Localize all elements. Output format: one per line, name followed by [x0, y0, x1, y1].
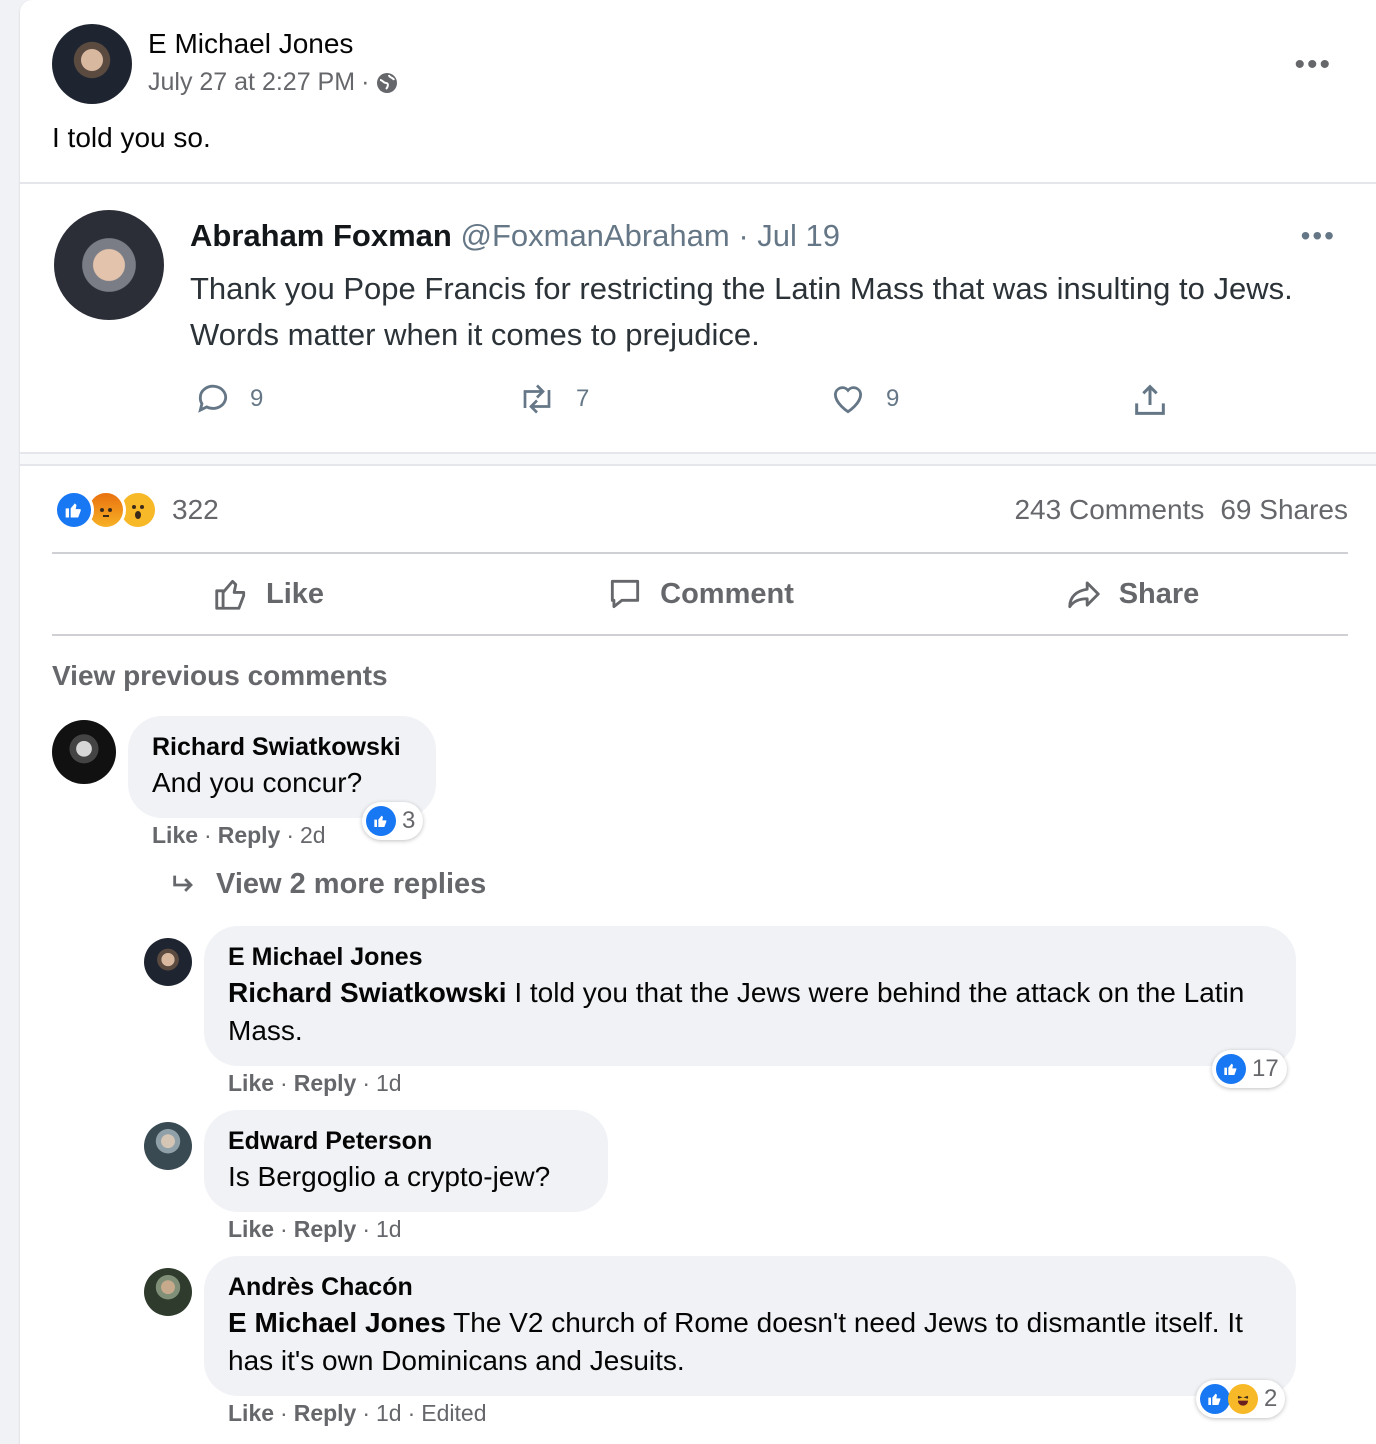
comment-like-link[interactable]: Like — [228, 1070, 274, 1097]
reply-arrow-icon — [173, 875, 193, 892]
comment-text: E Michael Jones The V2 church of Rome do… — [228, 1307, 1243, 1376]
comment-age[interactable]: 1d — [376, 1070, 402, 1097]
comment-meta: Like · Reply · 1d — [228, 1070, 402, 1097]
tweet-divider — [20, 454, 1376, 466]
commenter-name[interactable]: Andrès Chacón — [228, 1270, 1272, 1304]
commenter-avatar[interactable] — [144, 938, 192, 986]
tweet-text: Thank you Pope Francis for restricting t… — [190, 271, 1293, 352]
post-author[interactable]: E Michael Jones — [148, 28, 353, 60]
share-button[interactable]: Share — [916, 554, 1348, 634]
comment-reply-link[interactable]: Reply — [294, 1400, 357, 1427]
commenter-avatar[interactable] — [52, 720, 116, 784]
comment-reaction-pill[interactable]: 17 — [1212, 1050, 1287, 1088]
comment-count[interactable]: 243 Comments — [1014, 494, 1204, 526]
view-more-replies[interactable]: View 2 more replies — [170, 868, 486, 901]
embedded-tweet[interactable]: Abraham Foxman @FoxmanAbraham · Jul 19 •… — [20, 182, 1376, 454]
commenter-avatar[interactable] — [144, 1122, 192, 1170]
post-date[interactable]: July 27 at 2:27 PM — [148, 68, 355, 97]
comment-button[interactable]: Comment — [484, 554, 916, 634]
comment-reply-link[interactable]: Reply — [294, 1070, 357, 1097]
tweet-retweets: 7 — [516, 380, 589, 418]
meta-separator: · — [361, 68, 370, 96]
post-card: E Michael Jones July 27 at 2:27 PM · •••… — [20, 0, 1376, 1444]
view-previous-comments[interactable]: View previous comments — [52, 660, 388, 692]
share-arrow-icon — [1068, 581, 1100, 609]
comment-edited-label: Edited — [421, 1400, 487, 1426]
commenter-name[interactable]: E Michael Jones — [228, 940, 1272, 974]
globe-icon — [377, 72, 398, 93]
like-button[interactable]: Like — [52, 554, 484, 634]
comment-reply-link[interactable]: Reply — [294, 1216, 357, 1243]
like-reaction-icon — [1216, 1054, 1246, 1084]
tweet-options-icon: ••• — [1300, 220, 1336, 251]
comment-age[interactable]: 2d — [300, 822, 326, 849]
tweet-handle: @FoxmanAbraham · Jul 19 — [460, 218, 840, 253]
mention-link[interactable]: E Michael Jones — [228, 1307, 446, 1338]
comment-meta: Like · Reply · 2d — [152, 822, 326, 849]
reaction-count[interactable]: 322 — [172, 494, 219, 526]
comment-bubble: E Michael Jones Richard Swiatkowski I to… — [204, 926, 1296, 1066]
post-action-bar: Like Comment Share — [52, 552, 1348, 636]
comment-age[interactable]: 1d — [376, 1216, 402, 1243]
comment-age[interactable]: 1d — [376, 1400, 402, 1427]
comment-bubble: Andrès Chacón E Michael Jones The V2 chu… — [204, 1256, 1296, 1396]
tweet-actions: 9 7 9 — [190, 380, 1190, 424]
comment-icon — [611, 579, 640, 609]
share-upload-icon — [1135, 384, 1165, 415]
comment-like-link[interactable]: Like — [152, 822, 198, 849]
mention-link[interactable]: Richard Swiatkowski — [228, 977, 507, 1008]
comment-meta: Like · Reply · 1d — [228, 1216, 402, 1243]
comment-like-link[interactable]: Like — [228, 1216, 274, 1243]
post-text: I told you so. — [52, 122, 211, 153]
post-counts: 243 Comments 69 Shares — [1014, 494, 1348, 526]
share-count[interactable]: 69 Shares — [1220, 494, 1348, 526]
commenter-avatar[interactable] — [144, 1268, 192, 1316]
comment-like-link[interactable]: Like — [228, 1400, 274, 1427]
comment-bubble: Edward Peterson Is Bergoglio a crypto-je… — [204, 1110, 608, 1212]
tweet-avatar — [54, 210, 164, 320]
tweet-author: Abraham Foxman @FoxmanAbraham · Jul 19 — [190, 218, 840, 254]
comment-meta: Like · Reply · 1d · Edited — [228, 1400, 487, 1427]
tweet-author-name: Abraham Foxman — [190, 218, 452, 253]
reply-bubble-icon — [198, 384, 228, 413]
retweet-icon — [523, 384, 551, 414]
commenter-name[interactable]: Edward Peterson — [228, 1124, 584, 1158]
like-reaction-icon — [54, 490, 94, 530]
post-options-icon[interactable]: ••• — [1294, 48, 1332, 82]
haha-reaction-icon — [1228, 1384, 1258, 1414]
commenter-name[interactable]: Richard Swiatkowski — [152, 730, 412, 764]
like-reaction-icon — [366, 806, 396, 836]
thumbs-up-icon — [215, 579, 246, 610]
like-reaction-icon — [1200, 1384, 1230, 1414]
comment-text: And you concur? — [152, 767, 363, 798]
comment-text: Is Bergoglio a crypto-jew? — [228, 1161, 551, 1192]
comment-text: Richard Swiatkowski I told you that the … — [228, 977, 1245, 1046]
author-avatar[interactable] — [52, 24, 132, 104]
post-meta: July 27 at 2:27 PM · — [148, 68, 399, 97]
comment-reply-link[interactable]: Reply — [218, 822, 281, 849]
tweet-share — [1130, 380, 1170, 420]
heart-icon — [833, 386, 863, 414]
comment-reaction-pill[interactable]: 3 — [362, 802, 424, 840]
comment-reaction-pill[interactable]: 2 — [1196, 1380, 1286, 1418]
reaction-summary[interactable]: 322 — [54, 490, 219, 530]
tweet-likes: 9 — [828, 380, 899, 418]
tweet-replies: 9 — [194, 380, 263, 418]
